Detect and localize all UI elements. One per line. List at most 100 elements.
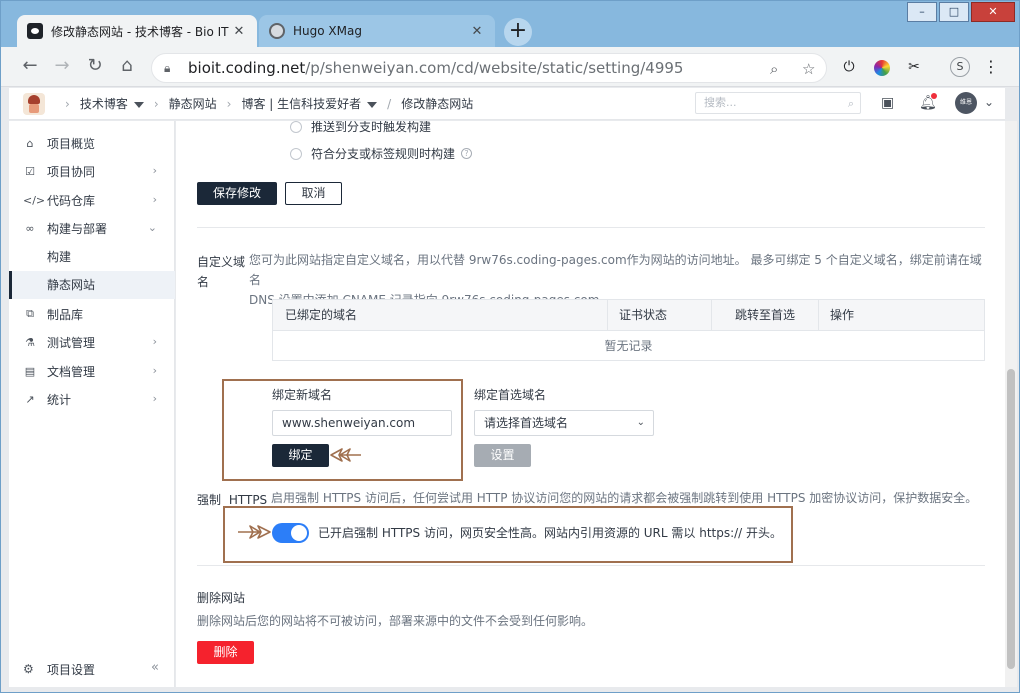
radio-label: 符合分支或标签规则时构建	[311, 147, 456, 161]
gear-icon: ⚙	[23, 662, 34, 676]
tab-active[interactable]: 修改静态网站 - 技术博客 - Bio IT ✕	[17, 15, 257, 47]
new-domain-input[interactable]: www.shenweiyan.com	[272, 410, 452, 436]
power-extension-icon[interactable]: ⏻	[839, 58, 859, 78]
collapse-sidebar-icon[interactable]: «	[151, 660, 159, 675]
back-arrow-icon[interactable]: ←	[19, 56, 41, 78]
https-label-a: 强制	[197, 493, 222, 507]
sidebar-item-overview[interactable]: ⌂ 项目概览	[9, 129, 175, 157]
minimize-button[interactable]: –	[907, 2, 937, 22]
address-bar[interactable]: 🔒︎ bioit.coding.net/p/shenweiyan.com/cd/…	[151, 53, 827, 83]
window-close-button[interactable]: ✕	[971, 2, 1015, 22]
tab-close-icon[interactable]: ✕	[231, 24, 247, 39]
scrollbar[interactable]	[1005, 121, 1017, 687]
calendar-icon[interactable]: ▣	[881, 95, 894, 111]
sidebar-item-docs[interactable]: ▤ 文档管理 ›	[9, 357, 175, 385]
https-status-text: 已开启强制 HTTPS 访问，网页安全性高。网站内引用资源的 URL 需以 ht…	[318, 526, 783, 540]
sidebar-item-collab[interactable]: ☑ 项目协同 ›	[9, 157, 175, 185]
delete-site-button[interactable]: 删除	[197, 641, 254, 664]
sidebar-subitem-static-site[interactable]: 静态网站	[9, 271, 175, 299]
globe-favicon-icon	[269, 23, 285, 39]
sidebar-item-label: 统计	[47, 392, 72, 407]
divider	[197, 565, 985, 566]
browser-window: 修改静态网站 - 技术博客 - Bio IT ✕ Hugo XMag ✕ + –…	[0, 0, 1020, 693]
sidebar-item-label: 测试管理	[47, 335, 96, 350]
team-logo-icon[interactable]	[23, 92, 45, 115]
sidebar-item-artifacts[interactable]: ⧉ 制品库	[9, 300, 175, 328]
notification-badge	[931, 93, 937, 99]
sidebar-item-label: 代码仓库	[47, 193, 96, 208]
caret-down-icon	[367, 101, 378, 108]
tab-close-icon[interactable]: ✕	[469, 24, 485, 39]
domain-table: 已绑定的域名 证书状态 跳转至首选 操作 暂无记录	[272, 299, 985, 361]
url-text: bioit.coding.net/p/shenweiyan.com/cd/web…	[188, 59, 683, 77]
sidebar-item-build-deploy[interactable]: ∞ 构建与部署 ⌄	[9, 214, 175, 242]
chevron-down-icon: ⌄	[147, 221, 157, 234]
chart-icon: ↗	[25, 392, 35, 406]
custom-domain-label-line2: 名	[197, 275, 210, 289]
sidebar-item-project-settings[interactable]: ⚙ 项目设置 «	[9, 657, 175, 681]
scissors-extension-icon[interactable]: ✂	[904, 58, 924, 78]
chevron-right-icon: ›	[152, 392, 157, 405]
chevron-right-icon: ›	[152, 193, 157, 206]
menu-kebab-icon[interactable]: ⋮	[981, 58, 1001, 78]
save-button[interactable]: 保存修改	[197, 182, 277, 205]
breadcrumb-site[interactable]: 博客 | 生信科技爱好者	[241, 95, 378, 112]
custom-domain-label-line1: 自定义域	[197, 255, 246, 269]
coding-favicon-icon	[27, 23, 43, 39]
tab-inactive[interactable]: Hugo XMag ✕	[259, 15, 495, 47]
user-avatar[interactable]: 维恩	[955, 92, 977, 114]
bind-button[interactable]: 绑定	[272, 444, 329, 467]
breadcrumb-team[interactable]: 技术博客	[80, 95, 144, 112]
select-placeholder: 请选择首选域名	[484, 416, 569, 430]
home-icon[interactable]: ⌂	[116, 56, 138, 78]
zoom-icon[interactable]: ⌕	[770, 60, 778, 78]
breadcrumb-static-site[interactable]: 静态网站	[169, 95, 217, 112]
bookmark-star-icon[interactable]: ☆	[802, 60, 815, 78]
column-header-redirect: 跳转至首选	[735, 308, 796, 322]
radio-button[interactable]	[290, 147, 302, 160]
new-tab-button[interactable]: +	[504, 18, 532, 46]
column-divider	[607, 300, 608, 331]
sidebar-item-stats[interactable]: ↗ 统计 ›	[9, 385, 175, 413]
maximize-button[interactable]: □	[939, 2, 969, 22]
sidebar-item-label: 文档管理	[47, 364, 96, 379]
set-preferred-button[interactable]: 设置	[474, 444, 531, 467]
search-placeholder: 搜索...	[704, 96, 737, 109]
header-search-input[interactable]: 搜索... ⌕	[695, 92, 861, 114]
cancel-button[interactable]: 取消	[285, 182, 342, 205]
tab-title: 修改静态网站 - 技术博客 - Bio IT	[51, 24, 229, 39]
force-https-toggle[interactable]	[272, 523, 309, 543]
custom-domain-desc-line1: 您可为此网站指定自定义域名，用以代替 9rw76s.coding-pages.c…	[249, 253, 982, 287]
sidebar-item-label: 制品库	[47, 307, 84, 322]
reload-icon[interactable]: ↻	[84, 56, 106, 78]
url-host: bioit.coding.net	[188, 59, 306, 77]
divider	[197, 227, 985, 228]
chevron-right-icon: ›	[152, 164, 157, 177]
caret-down-icon	[133, 101, 144, 108]
color-extension-icon[interactable]	[874, 60, 890, 76]
scrollbar-thumb[interactable]	[1007, 369, 1015, 669]
profile-avatar[interactable]: S	[950, 57, 970, 77]
preferred-domain-select[interactable]: 请选择首选域名 ⌄	[474, 410, 654, 436]
tab-title: Hugo XMag	[293, 24, 362, 38]
annotation-arrow-icon	[330, 448, 361, 462]
help-icon[interactable]: ?	[461, 148, 473, 159]
column-divider	[711, 300, 712, 331]
custom-domain-label: 自定义域 名	[197, 253, 245, 290]
breadcrumb-label: 博客 | 生信科技爱好者	[241, 97, 362, 111]
url-path: /p/shenweiyan.com/cd/website/static/sett…	[305, 59, 684, 77]
breadcrumb: › 技术博客 › 静态网站 › 博客 | 生信科技爱好者 / 修改静态网站	[55, 95, 473, 112]
lock-icon: 🔒︎	[164, 61, 171, 75]
radio-label: 推送到分支时触发构建	[311, 121, 432, 134]
radio-push-trigger[interactable]: 推送到分支时触发构建	[290, 121, 431, 135]
annotation-arrow-icon	[238, 525, 271, 539]
radio-button[interactable]	[290, 121, 302, 133]
radio-rule-trigger[interactable]: 符合分支或标签规则时构建 ?	[290, 145, 473, 162]
table-header: 已绑定的域名 证书状态 跳转至首选 操作	[273, 300, 984, 331]
sidebar-item-testing[interactable]: ⚗ 测试管理 ›	[9, 328, 175, 356]
chevron-down-icon[interactable]: ⌄	[984, 95, 994, 109]
sidebar-item-code[interactable]: </> 代码仓库 ›	[9, 186, 175, 214]
sidebar-subitem-build[interactable]: 构建	[9, 243, 175, 271]
search-icon: ⌕	[847, 97, 854, 110]
forward-arrow-icon[interactable]: →	[51, 56, 73, 78]
